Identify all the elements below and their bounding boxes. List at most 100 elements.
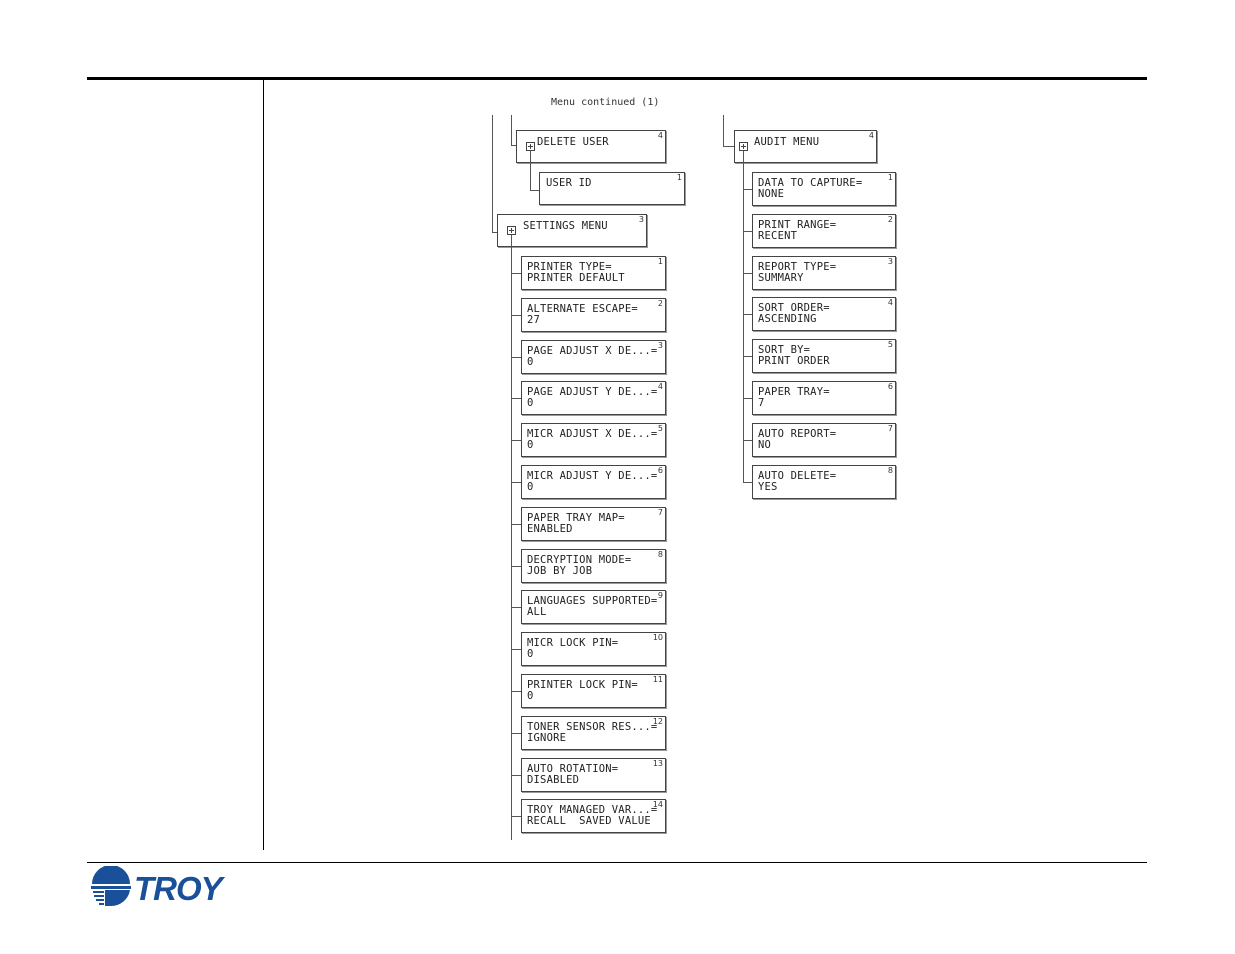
troy-logo: TROY xyxy=(90,866,225,912)
item-number: 4 xyxy=(657,382,663,392)
item-setting-name: MICR ADJUST Y DE...= xyxy=(527,470,658,482)
menu-item-node[interactable]: PRINTER TYPE= PRINTER DEFAULT 1 xyxy=(521,256,666,290)
menu-item-node[interactable]: MICR ADJUST Y DE...= 0 6 xyxy=(521,465,666,499)
node-number: 1 xyxy=(676,173,682,182)
item-setting-value: JOB BY JOB xyxy=(527,564,593,577)
connector-line xyxy=(743,272,752,274)
user-id-node[interactable]: USER ID 1 xyxy=(539,172,685,205)
item-number: 2 xyxy=(887,214,893,224)
item-number: 2 xyxy=(657,298,663,308)
expand-icon[interactable] xyxy=(526,142,535,151)
item-setting-value: RECALL SAVED VALUE xyxy=(527,815,651,828)
item-number: 8 xyxy=(657,549,663,559)
menu-item-node[interactable]: PAGE ADJUST Y DE...= 0 4 xyxy=(521,381,666,416)
expand-icon[interactable] xyxy=(507,226,516,235)
connector-line xyxy=(511,314,521,316)
menu-item-node[interactable]: MICR LOCK PIN= 0 10 xyxy=(521,632,666,667)
header-rule xyxy=(87,77,1147,80)
menu-item-node[interactable]: PRINTER LOCK PIN= 0 11 xyxy=(521,674,666,708)
connector-line xyxy=(511,607,521,609)
item-setting-value: DISABLED xyxy=(527,773,580,786)
menu-item-node[interactable]: AUTO DELETE= YES 8 xyxy=(752,464,896,499)
menu-item-node[interactable]: REPORT TYPE= SUMMARY 3 xyxy=(752,255,896,290)
audit-menu-node[interactable]: AUDIT MENU 4 xyxy=(734,130,877,163)
settings-menu-node[interactable]: SETTINGS MENU 3 xyxy=(497,214,647,247)
menu-item-node[interactable]: SORT ORDER= ASCENDING 4 xyxy=(752,297,896,332)
margin-divider xyxy=(263,80,264,850)
delete-user-node[interactable]: DELETE USER 4 xyxy=(516,130,666,163)
item-setting-name: ALTERNATE ESCAPE= xyxy=(527,302,638,315)
item-setting-name: PRINTER LOCK PIN= xyxy=(527,679,638,691)
connector-line xyxy=(511,523,521,525)
item-number: 4 xyxy=(887,298,893,308)
item-setting-value: 27 xyxy=(527,313,541,326)
menu-item-node[interactable]: ALTERNATE ESCAPE= 27 2 xyxy=(521,297,666,332)
item-setting-value: SUMMARY xyxy=(758,271,804,284)
item-number: 10 xyxy=(652,633,663,643)
menu-item-node[interactable]: PRINT RANGE= RECENT 2 xyxy=(752,213,896,248)
connector-line xyxy=(743,439,752,441)
connector-line xyxy=(511,115,512,145)
connector-line xyxy=(492,115,493,233)
node-number: 3 xyxy=(638,215,644,224)
connector-line xyxy=(511,649,521,651)
item-setting-value: IGNORE xyxy=(527,731,567,744)
item-setting-name: DECRYPTION MODE= xyxy=(527,553,632,566)
item-setting-value: PRINT ORDER xyxy=(758,355,830,368)
node-number: 4 xyxy=(868,131,874,140)
connector-line xyxy=(511,440,521,442)
item-setting-value: 0 xyxy=(527,439,534,452)
item-setting-value: YES xyxy=(758,480,778,493)
item-setting-value: 0 xyxy=(527,397,534,410)
item-number: 12 xyxy=(652,716,663,726)
item-setting-name: MICR LOCK PIN= xyxy=(527,637,619,650)
menu-item-node[interactable]: SORT BY= PRINT ORDER 5 xyxy=(752,339,896,374)
item-number: 9 xyxy=(657,591,663,601)
item-number: 3 xyxy=(657,340,663,350)
menu-item-node[interactable]: DATA TO CAPTURE= NONE 1 xyxy=(752,172,896,206)
item-number: 14 xyxy=(652,800,663,810)
connector-line xyxy=(511,774,521,776)
item-setting-value: 7 xyxy=(758,397,765,409)
audit-trunk-line xyxy=(743,151,744,482)
connector-line xyxy=(511,816,521,818)
item-number: 1 xyxy=(887,173,893,182)
item-number: 7 xyxy=(657,507,663,517)
menu-item-node[interactable]: DECRYPTION MODE= JOB BY JOB 8 xyxy=(521,548,666,583)
item-setting-name: REPORT TYPE= xyxy=(758,260,837,273)
item-setting-value: ASCENDING xyxy=(758,313,817,326)
item-setting-value: 0 xyxy=(527,481,534,493)
item-number: 1 xyxy=(657,257,663,266)
footer-rule xyxy=(87,862,1147,863)
menu-item-node[interactable]: PAPER TRAY= 7 6 xyxy=(752,381,896,415)
item-setting-name: MICR ADJUST X DE...= xyxy=(527,428,658,441)
node-number: 4 xyxy=(657,131,663,140)
menu-item-node[interactable]: LANGUAGES SUPPORTED= ALL 9 xyxy=(521,590,666,625)
troy-wordmark: TROY xyxy=(134,870,223,907)
item-setting-value: RECENT xyxy=(758,229,798,242)
item-number: 6 xyxy=(657,466,663,475)
menu-item-node[interactable]: TONER SENSOR RES...= IGNORE 12 xyxy=(521,715,666,750)
menu-item-node[interactable]: MICR ADJUST X DE...= 0 5 xyxy=(521,423,666,458)
expand-icon[interactable] xyxy=(739,142,748,151)
connector-line xyxy=(511,398,521,400)
item-setting-name: PAPER TRAY= xyxy=(758,386,830,398)
connector-line xyxy=(743,189,752,190)
connector-line xyxy=(743,314,752,316)
item-setting-value: 0 xyxy=(527,355,534,368)
menu-item-node[interactable]: PAPER TRAY MAP= ENABLED 7 xyxy=(521,506,666,541)
item-setting-name: PAGE ADJUST Y DE...= xyxy=(527,386,658,399)
connector-line xyxy=(511,565,521,567)
diagram-caption: Menu continued (1) xyxy=(551,97,660,108)
menu-item-node[interactable]: PAGE ADJUST X DE...= 0 3 xyxy=(521,339,666,374)
connector-line xyxy=(743,481,752,483)
item-number: 3 xyxy=(887,256,893,266)
menu-item-node[interactable]: AUTO REPORT= NO 7 xyxy=(752,422,896,457)
menu-item-node[interactable]: TROY MANAGED VAR...= RECALL SAVED VALUE 14 xyxy=(521,799,666,834)
menu-item-node[interactable]: AUTO ROTATION= DISABLED 13 xyxy=(521,757,666,792)
item-number: 5 xyxy=(887,340,893,350)
item-setting-value: NO xyxy=(758,438,772,451)
node-label: AUDIT MENU xyxy=(754,136,820,148)
connector-line xyxy=(511,482,521,483)
item-number: 7 xyxy=(887,423,893,433)
